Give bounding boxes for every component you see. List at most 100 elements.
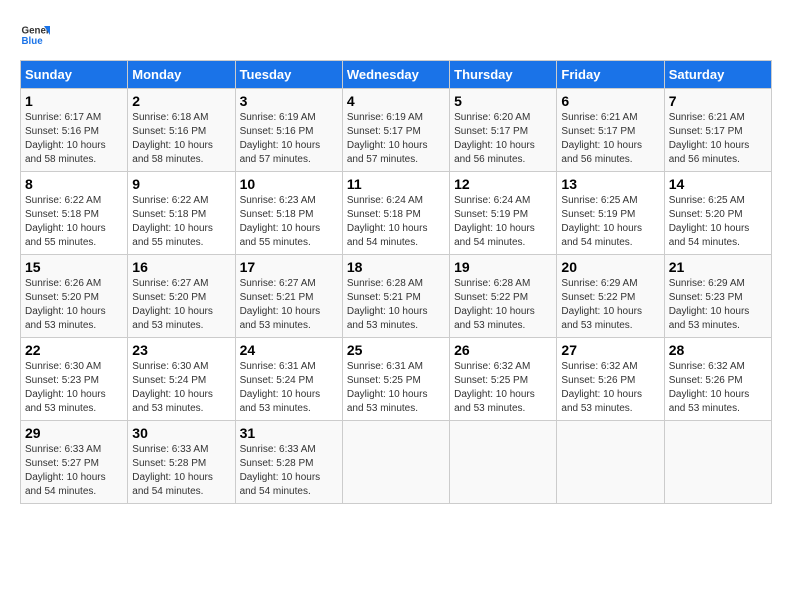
day-cell: 11 Sunrise: 6:24 AMSunset: 5:18 PMDaylig… [342, 172, 449, 255]
day-info: Sunrise: 6:23 AMSunset: 5:18 PMDaylight:… [240, 195, 321, 248]
day-number: 21 [669, 259, 767, 275]
day-cell [342, 421, 449, 504]
day-cell: 21 Sunrise: 6:29 AMSunset: 5:23 PMDaylig… [664, 255, 771, 338]
weekday-header-saturday: Saturday [664, 61, 771, 89]
day-cell: 27 Sunrise: 6:32 AMSunset: 5:26 PMDaylig… [557, 338, 664, 421]
day-cell: 31 Sunrise: 6:33 AMSunset: 5:28 PMDaylig… [235, 421, 342, 504]
day-info: Sunrise: 6:24 AMSunset: 5:18 PMDaylight:… [347, 195, 428, 248]
day-info: Sunrise: 6:17 AMSunset: 5:16 PMDaylight:… [25, 112, 106, 165]
day-cell: 7 Sunrise: 6:21 AMSunset: 5:17 PMDayligh… [664, 89, 771, 172]
day-cell: 14 Sunrise: 6:25 AMSunset: 5:20 PMDaylig… [664, 172, 771, 255]
day-number: 7 [669, 93, 767, 109]
day-info: Sunrise: 6:29 AMSunset: 5:22 PMDaylight:… [561, 278, 642, 331]
day-number: 25 [347, 342, 445, 358]
day-info: Sunrise: 6:32 AMSunset: 5:26 PMDaylight:… [669, 361, 750, 414]
day-info: Sunrise: 6:27 AMSunset: 5:21 PMDaylight:… [240, 278, 321, 331]
day-cell: 8 Sunrise: 6:22 AMSunset: 5:18 PMDayligh… [21, 172, 128, 255]
weekday-header-thursday: Thursday [450, 61, 557, 89]
day-cell: 22 Sunrise: 6:30 AMSunset: 5:23 PMDaylig… [21, 338, 128, 421]
day-cell: 2 Sunrise: 6:18 AMSunset: 5:16 PMDayligh… [128, 89, 235, 172]
day-info: Sunrise: 6:32 AMSunset: 5:25 PMDaylight:… [454, 361, 535, 414]
day-number: 2 [132, 93, 230, 109]
day-cell [557, 421, 664, 504]
day-number: 29 [25, 425, 123, 441]
day-number: 16 [132, 259, 230, 275]
day-cell: 17 Sunrise: 6:27 AMSunset: 5:21 PMDaylig… [235, 255, 342, 338]
logo: General Blue [20, 20, 50, 50]
week-row-3: 15 Sunrise: 6:26 AMSunset: 5:20 PMDaylig… [21, 255, 772, 338]
day-number: 20 [561, 259, 659, 275]
day-number: 19 [454, 259, 552, 275]
day-number: 30 [132, 425, 230, 441]
day-info: Sunrise: 6:18 AMSunset: 5:16 PMDaylight:… [132, 112, 213, 165]
day-info: Sunrise: 6:22 AMSunset: 5:18 PMDaylight:… [25, 195, 106, 248]
day-cell [450, 421, 557, 504]
weekday-header-row: SundayMondayTuesdayWednesdayThursdayFrid… [21, 61, 772, 89]
day-number: 3 [240, 93, 338, 109]
day-cell: 9 Sunrise: 6:22 AMSunset: 5:18 PMDayligh… [128, 172, 235, 255]
weekday-header-monday: Monday [128, 61, 235, 89]
day-cell: 28 Sunrise: 6:32 AMSunset: 5:26 PMDaylig… [664, 338, 771, 421]
week-row-4: 22 Sunrise: 6:30 AMSunset: 5:23 PMDaylig… [21, 338, 772, 421]
calendar-table: SundayMondayTuesdayWednesdayThursdayFrid… [20, 60, 772, 504]
day-cell: 29 Sunrise: 6:33 AMSunset: 5:27 PMDaylig… [21, 421, 128, 504]
day-number: 14 [669, 176, 767, 192]
day-cell: 3 Sunrise: 6:19 AMSunset: 5:16 PMDayligh… [235, 89, 342, 172]
day-info: Sunrise: 6:19 AMSunset: 5:17 PMDaylight:… [347, 112, 428, 165]
day-info: Sunrise: 6:28 AMSunset: 5:21 PMDaylight:… [347, 278, 428, 331]
day-info: Sunrise: 6:25 AMSunset: 5:19 PMDaylight:… [561, 195, 642, 248]
day-info: Sunrise: 6:33 AMSunset: 5:28 PMDaylight:… [240, 444, 321, 497]
week-row-1: 1 Sunrise: 6:17 AMSunset: 5:16 PMDayligh… [21, 89, 772, 172]
day-cell: 30 Sunrise: 6:33 AMSunset: 5:28 PMDaylig… [128, 421, 235, 504]
weekday-header-wednesday: Wednesday [342, 61, 449, 89]
day-info: Sunrise: 6:26 AMSunset: 5:20 PMDaylight:… [25, 278, 106, 331]
day-cell: 23 Sunrise: 6:30 AMSunset: 5:24 PMDaylig… [128, 338, 235, 421]
weekday-header-friday: Friday [557, 61, 664, 89]
day-info: Sunrise: 6:21 AMSunset: 5:17 PMDaylight:… [561, 112, 642, 165]
day-info: Sunrise: 6:21 AMSunset: 5:17 PMDaylight:… [669, 112, 750, 165]
day-number: 6 [561, 93, 659, 109]
day-cell: 6 Sunrise: 6:21 AMSunset: 5:17 PMDayligh… [557, 89, 664, 172]
day-cell: 5 Sunrise: 6:20 AMSunset: 5:17 PMDayligh… [450, 89, 557, 172]
week-row-2: 8 Sunrise: 6:22 AMSunset: 5:18 PMDayligh… [21, 172, 772, 255]
day-info: Sunrise: 6:19 AMSunset: 5:16 PMDaylight:… [240, 112, 321, 165]
day-cell [664, 421, 771, 504]
day-number: 22 [25, 342, 123, 358]
day-number: 18 [347, 259, 445, 275]
day-cell: 1 Sunrise: 6:17 AMSunset: 5:16 PMDayligh… [21, 89, 128, 172]
day-number: 5 [454, 93, 552, 109]
day-info: Sunrise: 6:27 AMSunset: 5:20 PMDaylight:… [132, 278, 213, 331]
day-number: 28 [669, 342, 767, 358]
day-number: 1 [25, 93, 123, 109]
day-info: Sunrise: 6:25 AMSunset: 5:20 PMDaylight:… [669, 195, 750, 248]
day-number: 8 [25, 176, 123, 192]
day-cell: 15 Sunrise: 6:26 AMSunset: 5:20 PMDaylig… [21, 255, 128, 338]
day-number: 9 [132, 176, 230, 192]
day-cell: 26 Sunrise: 6:32 AMSunset: 5:25 PMDaylig… [450, 338, 557, 421]
day-number: 31 [240, 425, 338, 441]
day-info: Sunrise: 6:33 AMSunset: 5:28 PMDaylight:… [132, 444, 213, 497]
day-info: Sunrise: 6:32 AMSunset: 5:26 PMDaylight:… [561, 361, 642, 414]
day-info: Sunrise: 6:29 AMSunset: 5:23 PMDaylight:… [669, 278, 750, 331]
day-info: Sunrise: 6:22 AMSunset: 5:18 PMDaylight:… [132, 195, 213, 248]
day-cell: 20 Sunrise: 6:29 AMSunset: 5:22 PMDaylig… [557, 255, 664, 338]
day-cell: 13 Sunrise: 6:25 AMSunset: 5:19 PMDaylig… [557, 172, 664, 255]
day-number: 12 [454, 176, 552, 192]
day-number: 26 [454, 342, 552, 358]
day-info: Sunrise: 6:33 AMSunset: 5:27 PMDaylight:… [25, 444, 106, 497]
day-cell: 25 Sunrise: 6:31 AMSunset: 5:25 PMDaylig… [342, 338, 449, 421]
day-info: Sunrise: 6:20 AMSunset: 5:17 PMDaylight:… [454, 112, 535, 165]
day-number: 27 [561, 342, 659, 358]
day-number: 17 [240, 259, 338, 275]
day-info: Sunrise: 6:24 AMSunset: 5:19 PMDaylight:… [454, 195, 535, 248]
day-number: 23 [132, 342, 230, 358]
day-number: 10 [240, 176, 338, 192]
day-number: 11 [347, 176, 445, 192]
day-cell: 18 Sunrise: 6:28 AMSunset: 5:21 PMDaylig… [342, 255, 449, 338]
day-info: Sunrise: 6:30 AMSunset: 5:23 PMDaylight:… [25, 361, 106, 414]
day-number: 24 [240, 342, 338, 358]
svg-text:Blue: Blue [22, 36, 44, 47]
page-header: General Blue [20, 20, 772, 50]
weekday-header-sunday: Sunday [21, 61, 128, 89]
day-info: Sunrise: 6:30 AMSunset: 5:24 PMDaylight:… [132, 361, 213, 414]
